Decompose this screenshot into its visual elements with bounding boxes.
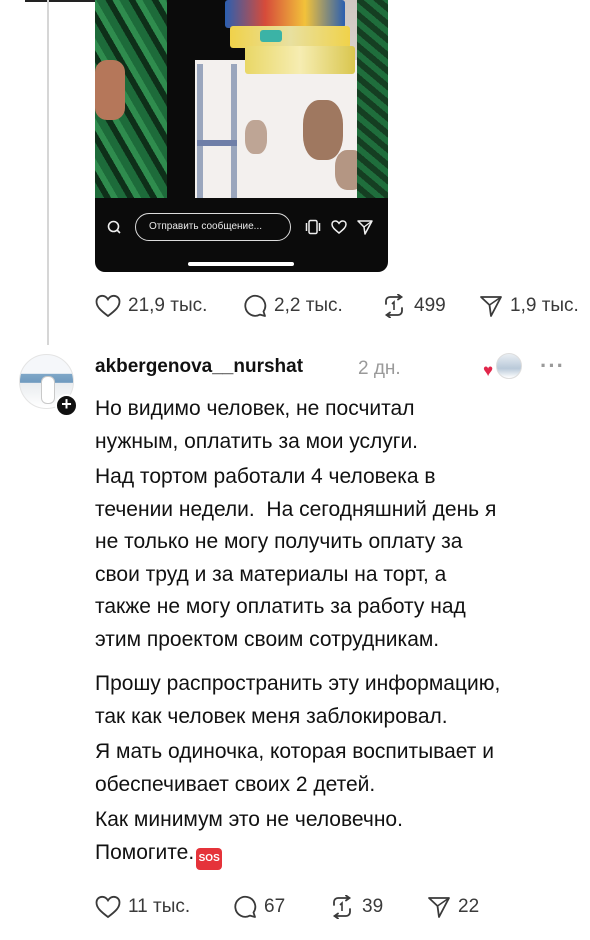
repost-count: 499 xyxy=(414,295,446,316)
share-button[interactable]: 1,9 тыс. xyxy=(479,294,579,318)
post-stats: 21,9 тыс. 2,2 тыс. 499 1,9 тыс. xyxy=(95,294,579,318)
send-icon[interactable] xyxy=(357,219,373,238)
like-count: 21,9 тыс. xyxy=(128,295,208,316)
like-button[interactable]: 21,9 тыс. xyxy=(95,294,243,318)
comment-line: Над тортом работали 4 человека в xyxy=(95,465,436,488)
heart-icon xyxy=(95,895,121,919)
comment-line: Как минимум это не человечно. xyxy=(95,808,403,831)
comment-line: Прошу распространить эту информацию, xyxy=(95,672,501,695)
comment-username[interactable]: akbergenova__nurshat xyxy=(95,356,303,378)
send-icon xyxy=(428,897,450,918)
comment-line: Но видимо человек, не посчитал xyxy=(95,397,415,420)
comment-share-button[interactable]: 22 xyxy=(427,895,479,919)
comment-reply-button[interactable]: 67 xyxy=(233,895,329,919)
comment-like-button[interactable]: 11 тыс. xyxy=(95,895,233,919)
share-count: 1,9 тыс. xyxy=(510,295,579,316)
comment-line-text: Помогите. xyxy=(95,840,195,864)
comment-line: течении недели. На сегодняшний день я xyxy=(95,497,497,521)
video-frame xyxy=(95,0,388,198)
comment-repost-button[interactable]: 39 xyxy=(329,895,427,919)
comment-line-last: Помогите. SOS xyxy=(95,837,575,870)
home-indicator xyxy=(188,262,294,266)
comment-timestamp: 2 дн. xyxy=(358,358,401,379)
message-input[interactable]: Отправить сообщение... xyxy=(135,213,291,241)
heart-icon xyxy=(95,294,121,318)
thread-line xyxy=(47,0,49,345)
comment-icon xyxy=(244,294,267,317)
reply-button[interactable]: 2,2 тыс. xyxy=(243,294,381,318)
comment-line: не только не могу получить оплату за xyxy=(95,530,463,553)
heart-icon: ♥ xyxy=(483,361,494,380)
comment-share-count: 22 xyxy=(458,896,480,917)
comment-line: нужным, оплатить за мои услуги. xyxy=(95,429,419,453)
more-options-icon[interactable]: ··· xyxy=(540,353,565,379)
comment-repost-count: 39 xyxy=(362,896,384,917)
heart-icon[interactable] xyxy=(331,220,347,237)
repost-icon xyxy=(332,895,352,919)
comment-stats: 11 тыс. 67 39 22 xyxy=(95,895,479,919)
sos-emoji-icon: SOS xyxy=(196,847,223,870)
camera-icon[interactable] xyxy=(107,220,121,237)
comment-line: Я мать одиночка, которая воспитывает и xyxy=(95,740,494,763)
follow-plus-icon[interactable]: + xyxy=(55,394,78,417)
send-icon xyxy=(480,296,502,317)
repost-button[interactable]: 499 xyxy=(381,294,479,318)
comment-line: так как человек меня заблокировал. xyxy=(95,704,448,728)
comment-line: свои труд и за материалы на торт, а xyxy=(95,562,447,586)
comment-line: обеспечивает своих 2 детей. xyxy=(95,772,376,796)
comment-line: также не могу оплатить за работу над xyxy=(95,595,466,618)
reply-count: 2,2 тыс. xyxy=(274,295,343,316)
stories-icon[interactable] xyxy=(305,219,321,238)
embedded-video[interactable]: Отправить сообщение... xyxy=(95,0,388,272)
repost-icon xyxy=(384,294,404,318)
comment-reply-count: 67 xyxy=(264,896,286,917)
video-reply-bar: Отправить сообщение... xyxy=(95,207,388,247)
comment-like-count: 11 тыс. xyxy=(128,896,191,917)
comment-line: этим проектом своим сотрудникам. xyxy=(95,627,440,651)
comment-icon xyxy=(234,895,257,918)
comment-text: Но видимо человек, не посчитал нужным, о… xyxy=(95,393,575,870)
liked-by-author-avatar xyxy=(496,353,522,379)
